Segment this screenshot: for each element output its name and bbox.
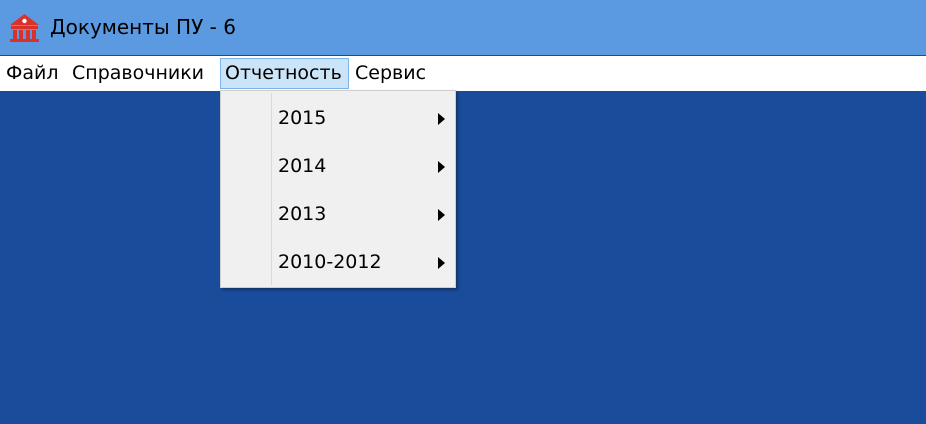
dropdown-item-label: 2014 xyxy=(278,155,327,177)
dropdown-item-label: 2015 xyxy=(278,107,327,129)
dropdown-item-label: 2013 xyxy=(278,203,327,225)
menu-reporting[interactable]: Отчетность xyxy=(220,58,349,89)
dropdown-item-label: 2010-2012 xyxy=(278,251,382,273)
dropdown-item-2013[interactable]: 2013 xyxy=(223,191,453,237)
menu-file[interactable]: Файл xyxy=(2,58,63,89)
window-title: Документы ПУ - 6 xyxy=(50,15,236,39)
desktop-area xyxy=(0,91,926,424)
submenu-arrow-icon xyxy=(438,161,445,173)
dropdown-item-2010-2012[interactable]: 2010-2012 xyxy=(223,239,453,285)
submenu-arrow-icon xyxy=(438,209,445,221)
title-bar: Документы ПУ - 6 xyxy=(0,0,926,55)
submenu-arrow-icon xyxy=(438,113,445,125)
reporting-dropdown-menu: 2015 2014 2013 2010-2012 xyxy=(220,90,456,288)
menu-bar: Файл Справочники Отчетность Сервис xyxy=(0,56,926,91)
pension-fund-logo-icon xyxy=(10,14,39,42)
menu-service[interactable]: Сервис xyxy=(351,58,430,89)
submenu-arrow-icon xyxy=(438,257,445,269)
menu-directories[interactable]: Справочники xyxy=(68,58,208,89)
dropdown-item-2015[interactable]: 2015 xyxy=(223,95,453,141)
dropdown-item-2014[interactable]: 2014 xyxy=(223,143,453,189)
